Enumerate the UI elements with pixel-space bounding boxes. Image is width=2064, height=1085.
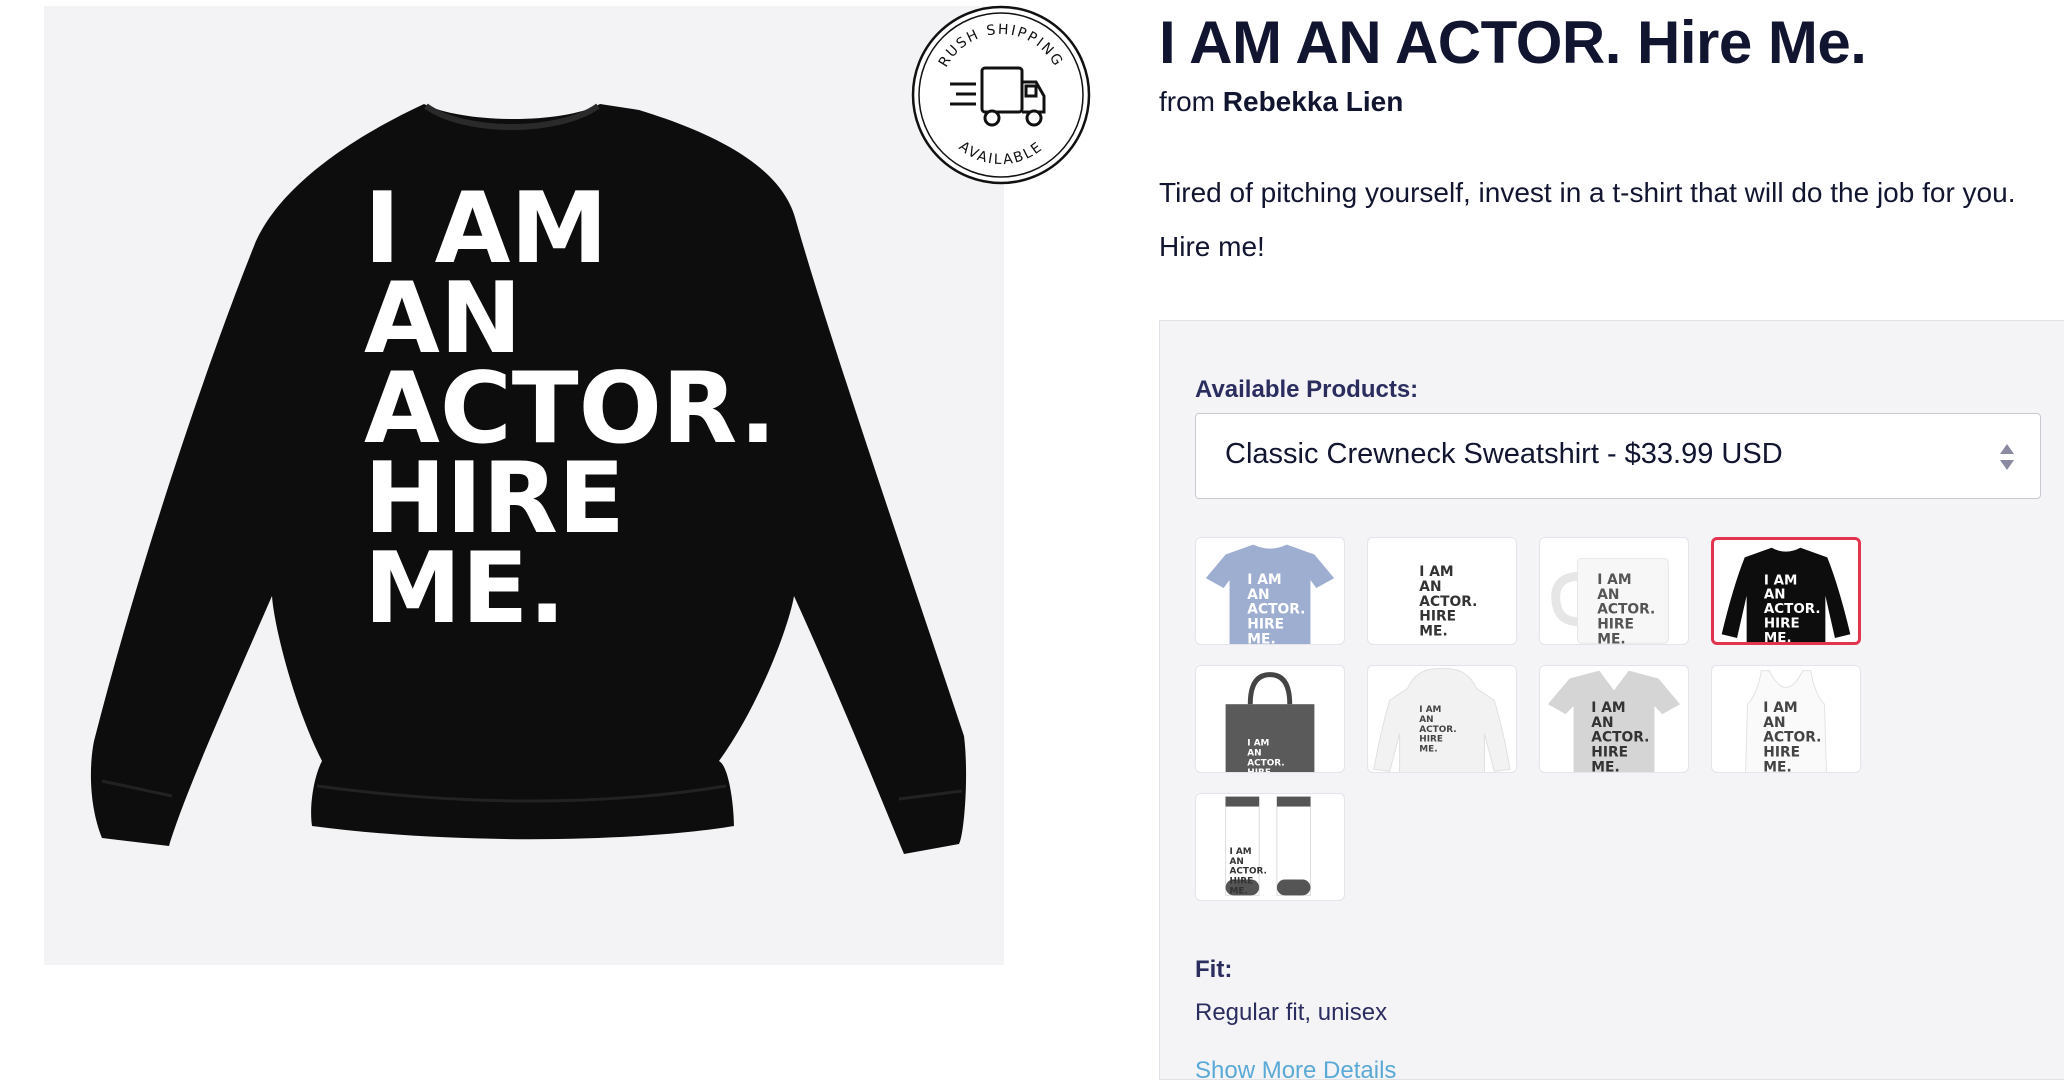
- thumb-design-line: ME.: [1591, 759, 1619, 772]
- sweatshirt-image: I AMANACTOR.HIREME.: [1721, 547, 1851, 642]
- thumb-design-line: AN: [1247, 749, 1261, 759]
- thumb-design-line: ACTOR.: [1764, 602, 1821, 617]
- thumb-design-line: AN: [1247, 587, 1269, 603]
- available-products-label: Available Products:: [1195, 376, 1419, 403]
- thumb-design-line: HIRE: [1763, 744, 1800, 760]
- tank-image: I AMANACTOR.HIREME.: [1745, 670, 1827, 772]
- design-line-5: ME.: [364, 532, 566, 646]
- thumb-design-line: ME.: [1419, 623, 1447, 639]
- thumb-design-line: AN: [1597, 587, 1619, 603]
- seller-name[interactable]: Rebekka Lien: [1223, 86, 1404, 117]
- thumb-design-line: AN: [1419, 579, 1441, 595]
- thumb-design-line: I AM: [1247, 739, 1269, 749]
- thumb-design-line: ACTOR.: [1419, 594, 1477, 610]
- product-description: Tired of pitching yourself, invest in a …: [1159, 177, 2016, 262]
- thumb-sticker[interactable]: I AM AN ACTOR. HIRE ME.: [1367, 537, 1517, 645]
- thumb-design-line: HIRE: [1597, 616, 1634, 632]
- thumb-design-line: ME.: [1230, 886, 1248, 896]
- show-more-details-link[interactable]: Show More Details: [1195, 1057, 1396, 1085]
- thumb-design-line: ACTOR.: [1597, 602, 1655, 618]
- thumb-design-line: AN: [1764, 588, 1786, 603]
- thumb-design-line: AN: [1763, 715, 1785, 731]
- rush-shipping-badge: RUSH SHIPPING AVAILABLE: [910, 4, 1092, 186]
- thumb-tshirt[interactable]: I AM AN ACTOR. HIRE ME.: [1195, 537, 1345, 645]
- thumb-hoodie[interactable]: I AM AN ACTOR. HIRE ME.: [1367, 665, 1517, 773]
- thumb-design-line: HIRE: [1247, 616, 1284, 632]
- byline-prefix: from: [1159, 86, 1215, 117]
- socks-image: I AMANACTOR.HIREME.: [1225, 796, 1311, 896]
- thumb-design-line: AN: [1419, 715, 1433, 725]
- thumb-vneck[interactable]: I AM AN ACTOR. HIRE ME.: [1539, 665, 1689, 773]
- fit-label: Fit:: [1195, 956, 1233, 983]
- thumb-design-line: ME.: [1763, 759, 1791, 772]
- thumb-design-line: ACTOR.: [1763, 730, 1821, 746]
- thumb-design-line: HIRE: [1419, 609, 1456, 625]
- thumb-design-line: HIRE: [1230, 877, 1254, 887]
- product-select-value: Classic Crewneck Sweatshirt - $33.99 USD: [1225, 438, 1783, 470]
- hoodie-image: I AMANACTOR.HIREME.: [1373, 668, 1511, 772]
- select-arrows-icon: [2000, 444, 2014, 470]
- thumb-design-line: HIRE: [1419, 735, 1443, 745]
- thumb-socks[interactable]: I AM AN ACTOR. HIRE ME.: [1195, 793, 1345, 901]
- thumb-design-line: ME.: [1247, 631, 1275, 644]
- thumb-design-line: I AM: [1419, 705, 1441, 715]
- vneck-image: I AMANACTOR.HIREME.: [1547, 670, 1681, 772]
- byline: from Rebekka Lien: [1159, 86, 1403, 118]
- thumb-design-line: I AM: [1419, 564, 1453, 580]
- thumb-design-line: ACTOR.: [1247, 758, 1284, 768]
- thumb-design-line: AN: [1230, 857, 1244, 867]
- thumb-sweatshirt[interactable]: I AM AN ACTOR. HIRE ME.: [1711, 537, 1861, 645]
- thumb-tank[interactable]: I AM AN ACTOR. HIRE ME.: [1711, 665, 1861, 773]
- product-title: I AM AN ACTOR. Hire Me.: [1159, 9, 1867, 76]
- thumb-mug[interactable]: I AM AN ACTOR. HIRE ME.: [1539, 537, 1689, 645]
- thumb-design-line: I AM: [1764, 573, 1797, 588]
- thumb-design-line: I AM: [1591, 700, 1625, 716]
- thumb-design-line: ME.: [1419, 745, 1437, 755]
- thumb-design-line: I AM: [1597, 572, 1631, 588]
- thumb-design-line: AN: [1591, 715, 1613, 731]
- sticker-image: I AMANACTOR.HIREME.: [1419, 564, 1477, 639]
- product-main-image: I AM AN ACTOR. HIRE ME.: [44, 6, 1004, 965]
- mug-image: I AMANACTOR.HIREME.: [1551, 557, 1669, 644]
- thumb-design-line: HIRE: [1247, 768, 1271, 772]
- thumb-design-line: ME.: [1764, 631, 1792, 642]
- thumb-design-line: I AM: [1247, 572, 1281, 588]
- thumb-design-line: ACTOR.: [1230, 867, 1267, 877]
- thumb-tote[interactable]: I AMANACTOR.HIREME.: [1195, 665, 1345, 773]
- tshirt-image: I AMANACTOR.HIREME.: [1205, 544, 1335, 644]
- thumb-design-line: ACTOR.: [1419, 725, 1456, 735]
- tote-image: I AMANACTOR.HIREME.: [1225, 672, 1315, 772]
- thumb-design-line: I AM: [1763, 700, 1797, 716]
- fit-value: Regular fit, unisex: [1195, 999, 1388, 1026]
- thumb-design-line: ACTOR.: [1591, 730, 1649, 746]
- product-select[interactable]: Classic Crewneck Sweatshirt - $33.99 USD: [1195, 413, 2041, 499]
- thumb-design-line: ME.: [1597, 631, 1625, 644]
- thumb-design-line: I AM: [1230, 847, 1252, 857]
- product-options-panel: Available Products: Classic Crewneck Swe…: [1159, 320, 2064, 1084]
- thumb-design-line: HIRE: [1591, 744, 1628, 760]
- thumb-design-line: ACTOR.: [1247, 602, 1305, 618]
- thumb-design-line: HIRE: [1764, 616, 1800, 631]
